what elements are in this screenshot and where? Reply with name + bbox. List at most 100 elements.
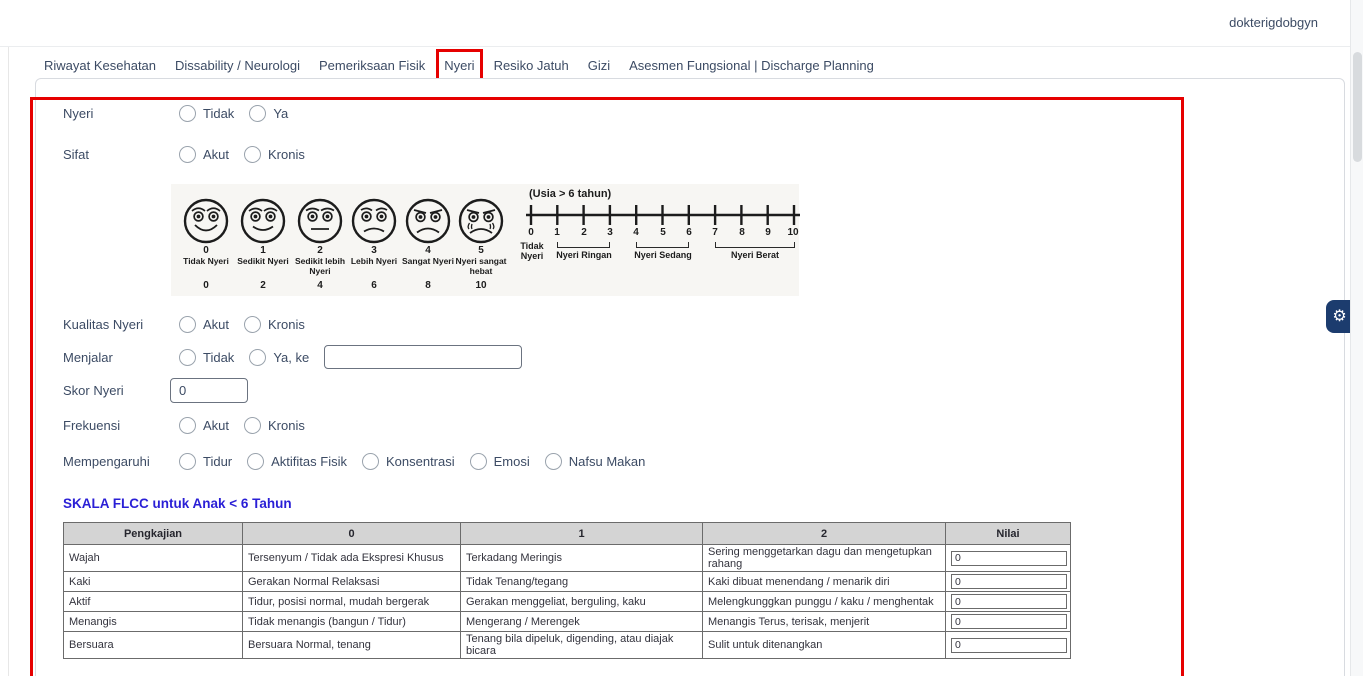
menjalar-label: Menjalar bbox=[63, 350, 179, 365]
table-row-bersuara: Bersuara Bersuara Normal, tenang Tenang … bbox=[64, 632, 1071, 659]
radio-mempengaruhi-tidur[interactable]: Tidur bbox=[179, 453, 232, 470]
row-nyeri: Nyeri Tidak Ya bbox=[63, 105, 1344, 122]
radio-label: Tidur bbox=[203, 454, 232, 469]
tab-riwayat-kesehatan[interactable]: Riwayat Kesehatan bbox=[43, 56, 157, 75]
table-row-aktif: Aktif Tidur, posisi normal, mudah berger… bbox=[64, 592, 1071, 612]
flcc-table: Pengkajian 0 1 2 Nilai Wajah Tersenyum /… bbox=[63, 522, 1071, 659]
radio-mempengaruhi-nafsu-makan[interactable]: Nafsu Makan bbox=[545, 453, 646, 470]
left-divider bbox=[8, 47, 9, 676]
face-score: 2 bbox=[243, 280, 283, 291]
cell-score2: Sulit untuk ditenangkan bbox=[703, 632, 946, 659]
cell-pengkajian: Bersuara bbox=[64, 632, 243, 659]
table-row-kaki: Kaki Gerakan Normal Relaksasi Tidak Tena… bbox=[64, 572, 1071, 592]
radio-label: Tidak bbox=[203, 106, 234, 121]
bracket-icon bbox=[636, 242, 689, 248]
radio-mempengaruhi-konsentrasi[interactable]: Konsentrasi bbox=[362, 453, 455, 470]
face-desc: Sedikit lebih Nyeri bbox=[290, 257, 350, 276]
skor-nyeri-input[interactable] bbox=[170, 378, 248, 403]
ruler-tick: 5 bbox=[654, 227, 672, 238]
cell-score1: Tenang bila dipeluk, digending, atau dia… bbox=[461, 632, 703, 659]
cell-score2: Menangis Terus, terisak, menjerit bbox=[703, 612, 946, 632]
radio-kualitas-kronis[interactable]: Kronis bbox=[244, 316, 305, 333]
tab-gizi[interactable]: Gizi bbox=[587, 56, 611, 75]
nilai-input-wajah[interactable] bbox=[951, 551, 1067, 566]
pain-face-1-icon bbox=[240, 198, 286, 244]
tab-resiko-jatuh[interactable]: Resiko Jatuh bbox=[493, 56, 570, 75]
radio-mempengaruhi-emosi[interactable]: Emosi bbox=[470, 453, 530, 470]
radio-menjalar-ya[interactable]: Ya, ke bbox=[249, 349, 309, 366]
ruler-tick: 9 bbox=[759, 227, 777, 238]
table-row-wajah: Wajah Tersenyum / Tidak ada Ekspresi Khu… bbox=[64, 545, 1071, 572]
kualitas-label: Kualitas Nyeri bbox=[63, 317, 179, 332]
row-sifat: Sifat Akut Kronis bbox=[63, 146, 1344, 163]
frekuensi-label: Frekuensi bbox=[63, 418, 179, 433]
table-row-menangis: Menangis Tidak menangis (bangun / Tidur)… bbox=[64, 612, 1071, 632]
radio-sifat-kronis[interactable]: Kronis bbox=[244, 146, 305, 163]
tab-nyeri-label: Nyeri bbox=[444, 58, 474, 73]
row-frekuensi: Frekuensi Akut Kronis bbox=[63, 417, 1344, 434]
tab-asesmen-fungsional[interactable]: Asesmen Fungsional | Discharge Planning bbox=[628, 56, 875, 75]
face-index: 3 bbox=[354, 245, 394, 256]
radio-circle-icon bbox=[179, 349, 196, 366]
scrollbar-thumb[interactable] bbox=[1353, 52, 1362, 162]
pain-scale-image: 0 1 2 3 4 5 Tidak Nyeri Sedikit Nyeri Se… bbox=[171, 184, 799, 296]
nilai-input-kaki[interactable] bbox=[951, 574, 1067, 589]
nyeri-label: Nyeri bbox=[63, 106, 179, 121]
radio-sifat-akut[interactable]: Akut bbox=[179, 146, 229, 163]
tab-pemeriksaan-fisik[interactable]: Pemeriksaan Fisik bbox=[318, 56, 426, 75]
radio-mempengaruhi-aktifitas[interactable]: Aktifitas Fisik bbox=[247, 453, 347, 470]
radio-circle-icon bbox=[362, 453, 379, 470]
face-score: 8 bbox=[408, 280, 448, 291]
ruler-tick: 10 bbox=[784, 227, 802, 238]
radio-frekuensi-akut[interactable]: Akut bbox=[179, 417, 229, 434]
sifat-label: Sifat bbox=[63, 147, 179, 162]
radio-label: Akut bbox=[203, 418, 229, 433]
cell-score0: Tersenyum / Tidak ada Ekspresi Khusus bbox=[243, 545, 461, 572]
radio-circle-icon bbox=[244, 316, 261, 333]
pain-face-4-icon bbox=[405, 198, 451, 244]
radio-label: Aktifitas Fisik bbox=[271, 454, 347, 469]
face-score: 0 bbox=[186, 280, 226, 291]
radio-circle-icon bbox=[249, 105, 266, 122]
age-note: (Usia > 6 tahun) bbox=[529, 188, 611, 200]
radio-menjalar-tidak[interactable]: Tidak bbox=[179, 349, 234, 366]
radio-label: Emosi bbox=[494, 454, 530, 469]
pain-face-5-icon bbox=[458, 198, 504, 244]
pain-face-0-icon bbox=[183, 198, 229, 244]
nilai-input-bersuara[interactable] bbox=[951, 638, 1067, 653]
col-header-pengkajian: Pengkajian bbox=[64, 523, 243, 545]
row-kualitas-nyeri: Kualitas Nyeri Akut Kronis bbox=[63, 316, 1344, 333]
nilai-input-menangis[interactable] bbox=[951, 614, 1067, 629]
nilai-input-aktif[interactable] bbox=[951, 594, 1067, 609]
radio-label: Kronis bbox=[268, 147, 305, 162]
settings-fab-button[interactable]: ⚙ bbox=[1326, 300, 1353, 333]
page-scrollbar bbox=[1350, 0, 1363, 676]
ruler-tick: 0 bbox=[522, 227, 540, 238]
cell-pengkajian: Wajah bbox=[64, 545, 243, 572]
tab-dissability-neurologi[interactable]: Dissability / Neurologi bbox=[174, 56, 301, 75]
pain-face-2-icon bbox=[297, 198, 343, 244]
tab-nyeri[interactable]: Nyeri bbox=[443, 56, 475, 75]
face-desc: Sedikit Nyeri bbox=[233, 257, 293, 267]
face-desc: Nyeri sangat hebat bbox=[451, 257, 511, 276]
face-index: 5 bbox=[461, 245, 501, 256]
radio-label: Akut bbox=[203, 147, 229, 162]
face-score: 6 bbox=[354, 280, 394, 291]
ruler-tick: 7 bbox=[706, 227, 724, 238]
radio-kualitas-akut[interactable]: Akut bbox=[179, 316, 229, 333]
page: dokterigdobgyn Riwayat Kesehatan Dissabi… bbox=[0, 0, 1363, 676]
radio-label: Ya, ke bbox=[273, 350, 309, 365]
ruler-tick: 3 bbox=[601, 227, 619, 238]
col-header-nilai: Nilai bbox=[946, 523, 1071, 545]
radio-circle-icon bbox=[244, 417, 261, 434]
numeric-ruler-icon bbox=[523, 202, 803, 226]
radio-nyeri-tidak[interactable]: Tidak bbox=[179, 105, 234, 122]
cell-score1: Mengerang / Merengek bbox=[461, 612, 703, 632]
cell-score0: Bersuara Normal, tenang bbox=[243, 632, 461, 659]
radio-nyeri-ya[interactable]: Ya bbox=[249, 105, 288, 122]
radio-frekuensi-kronis[interactable]: Kronis bbox=[244, 417, 305, 434]
menjalar-target-input[interactable] bbox=[324, 345, 522, 369]
ruler-group-sedang: Nyeri Sedang bbox=[614, 250, 712, 260]
pain-face-3-icon bbox=[351, 198, 397, 244]
face-desc: Lebih Nyeri bbox=[344, 257, 404, 267]
